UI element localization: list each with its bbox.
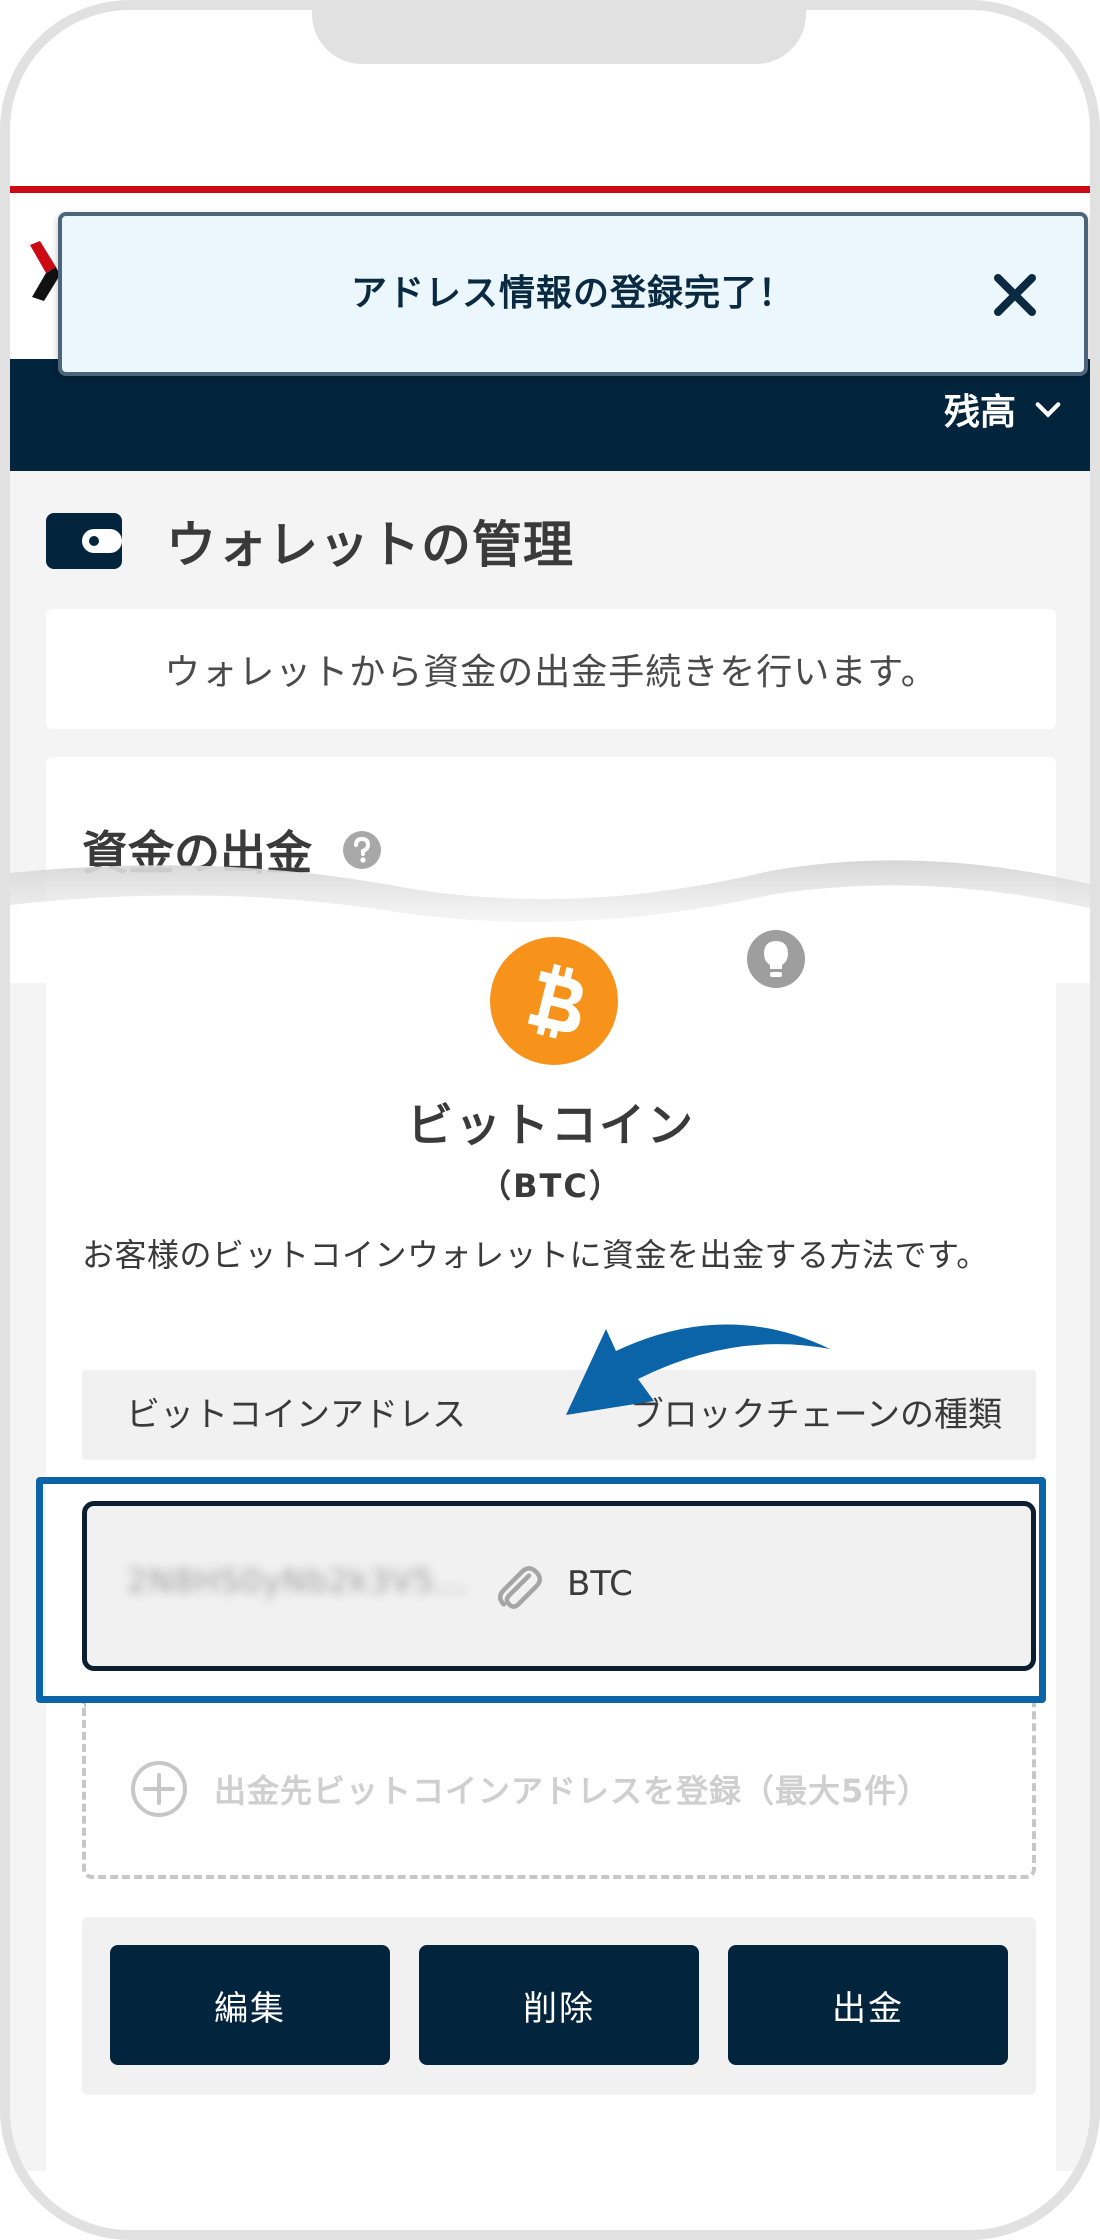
brand-accent-line [10,186,1090,193]
balance-toggle[interactable]: 残高 [944,383,1062,435]
balance-label: 残高 [943,392,1016,433]
column-header-address: ビットコインアドレス [126,1395,466,1435]
success-toast: アドレス情報の登録完了！ [58,212,1088,376]
wallet-icon [46,513,122,569]
lightbulb-icon[interactable] [746,929,806,989]
register-address-label: 出金先ビットコインアドレスを登録（最大5件） [214,1772,931,1810]
address-value: 2N8HS0yNb2k3V5... [127,1562,469,1600]
chevron-down-icon [1035,402,1061,418]
withdrawal-card: 資金の出金 ビットコイン （BTC） お客様のビットコインウォレットに資金を出金… [10,757,1090,2207]
bitcoin-logo-icon [490,937,618,1065]
main-content: ウォレットの管理 ウォレットから資金の出金手続きを行います。 資金の出金 ビット… [10,471,1090,2207]
phone-notch [312,10,806,64]
edit-button[interactable]: 編集 [110,1945,390,2065]
address-row[interactable]: 2N8HS0yNb2k3V5... BTC [82,1501,1036,1671]
phone-frame: 残高 ウォレットの管理 ウォレットから資金の出金手続きを行います。 資金の出金 [0,0,1100,2240]
page-title-row: ウォレットの管理 [46,505,574,577]
plus-circle-icon [131,1761,187,1817]
coin-code: （BTC） [479,1167,623,1205]
page-title: ウォレットの管理 [166,516,574,574]
delete-button[interactable]: 削除 [419,1945,699,2065]
withdraw-button[interactable]: 出金 [728,1945,1008,2065]
chain-value: BTC [567,1564,633,1604]
action-button-bar: 編集 削除 出金 [82,1917,1036,2095]
paperclip-icon[interactable] [491,1560,549,1618]
page-description: ウォレットから資金の出金手続きを行います。 [46,609,1056,729]
withdrawal-method-text: お客様のビットコインウォレットに資金を出金する方法です。 [82,1236,989,1274]
close-icon[interactable] [990,270,1040,320]
register-address-button[interactable]: 出金先ビットコインアドレスを登録（最大5件） [82,1703,1036,1879]
toast-message: アドレス情報の登録完了！ [350,273,795,314]
coin-name: ビットコイン [407,1098,695,1152]
